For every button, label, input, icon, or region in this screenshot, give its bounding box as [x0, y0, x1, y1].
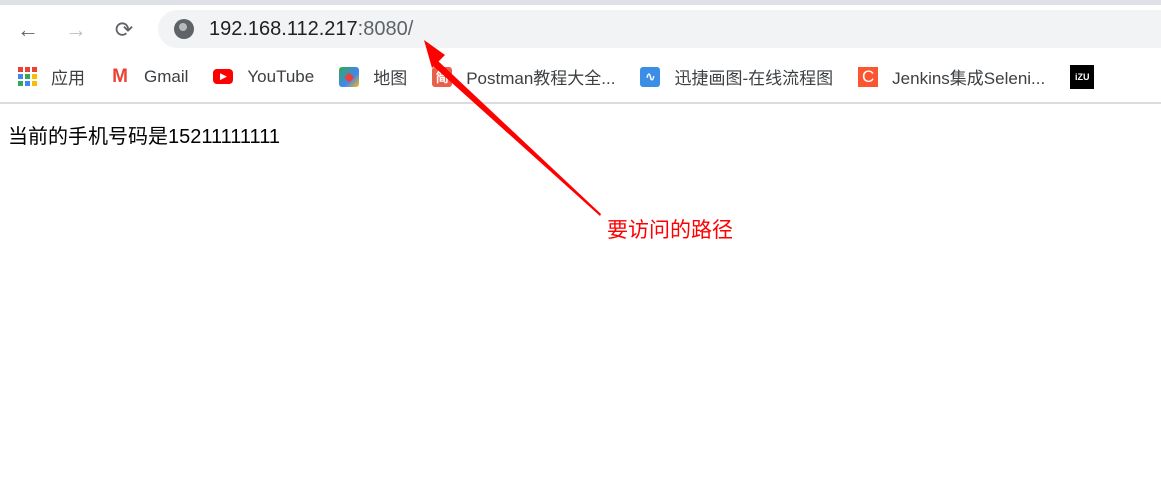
annotation-arrow [424, 40, 601, 216]
arrow-head [424, 40, 445, 68]
annotation-label: 要访问的路径 [607, 219, 733, 242]
arrow-shaft [432, 60, 601, 216]
